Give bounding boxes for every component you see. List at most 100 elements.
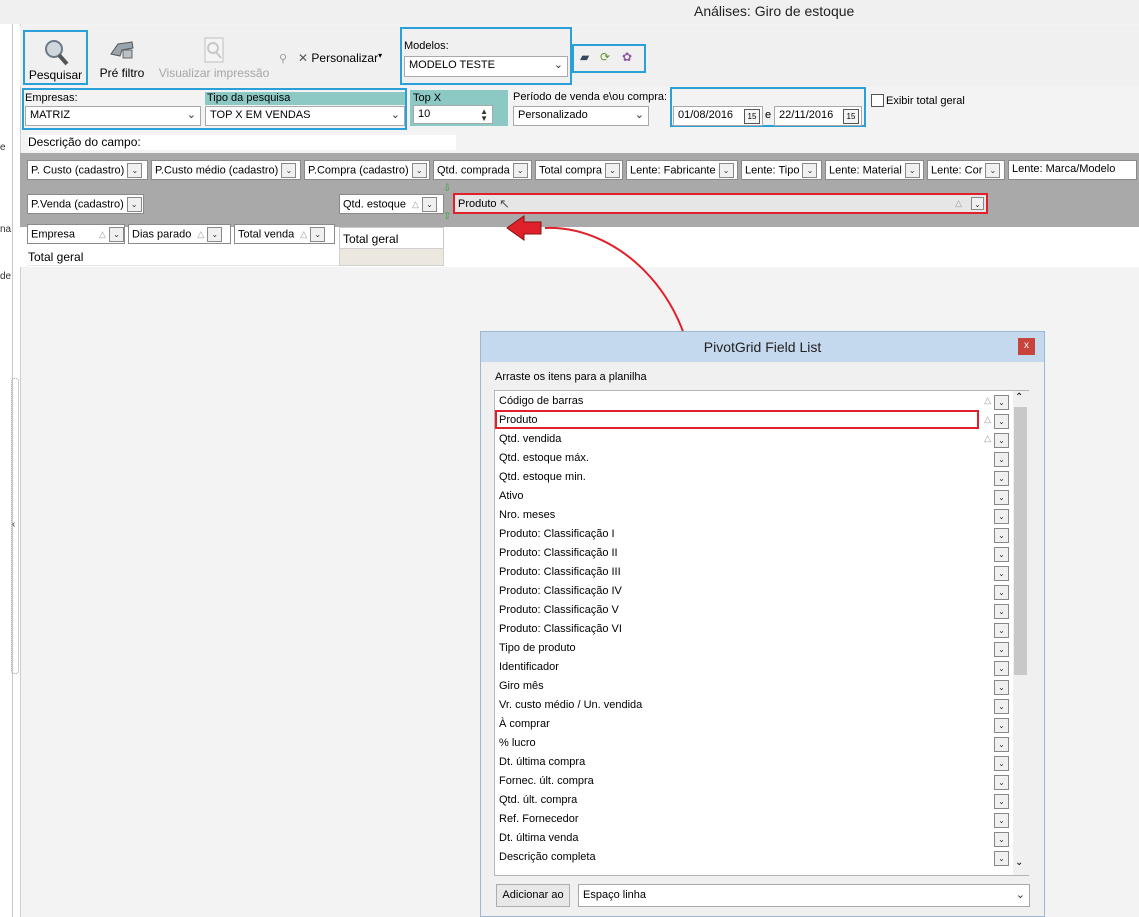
- pivot-field-lente-material[interactable]: Lente: Material ⌄: [825, 160, 924, 180]
- chevron-down-icon[interactable]: ⌄: [994, 737, 1009, 752]
- chevron-down-icon[interactable]: ⌄: [207, 227, 223, 242]
- pivot-field-qtd-comprada[interactable]: Qtd. comprada ⌄: [433, 160, 532, 180]
- personalizar-button[interactable]: ✕ Personalizar▾: [298, 51, 403, 67]
- pivot-field-p-compra[interactable]: P.Compra (cadastro) ⌄: [304, 160, 430, 180]
- pivot-field-p-custo[interactable]: P. Custo (cadastro) ⌄: [27, 160, 148, 180]
- list-item[interactable]: Identificador ⌄: [495, 658, 1015, 677]
- pre-filtro-button[interactable]: Pré filtro: [96, 30, 148, 85]
- chevron-down-icon[interactable]: ⌄: [421, 197, 437, 212]
- chevron-down-icon[interactable]: ⌄: [994, 547, 1009, 562]
- chevron-down-icon[interactable]: ⌄: [126, 197, 142, 212]
- spinner-icon[interactable]: ▲ ▼: [480, 108, 488, 123]
- pivot-row-field-empresa[interactable]: Empresa △ ⌄: [27, 224, 125, 244]
- modelos-select[interactable]: MODELO TESTE ⌄: [404, 56, 568, 77]
- chevron-down-icon[interactable]: ⌄: [994, 832, 1009, 847]
- list-item[interactable]: Vr. custo médio / Un. vendida ⌄: [495, 696, 1015, 715]
- list-item[interactable]: Giro mês ⌄: [495, 677, 1015, 696]
- scroll-down-icon[interactable]: ⌄: [1015, 857, 1023, 868]
- list-item[interactable]: Descrição completa ⌄: [495, 848, 1015, 867]
- collapse-left-icon[interactable]: ‹: [12, 519, 15, 530]
- chevron-down-icon[interactable]: ⌄: [994, 471, 1009, 486]
- chevron-down-icon[interactable]: ⌄: [994, 414, 1009, 429]
- chevron-down-icon[interactable]: ⌄: [604, 163, 620, 178]
- chevron-down-icon[interactable]: ⌄: [994, 433, 1009, 448]
- chevron-down-icon[interactable]: ⌄: [994, 794, 1009, 809]
- pin-icon[interactable]: ⚲: [279, 52, 293, 66]
- chevron-down-icon[interactable]: ⌄: [994, 699, 1009, 714]
- periodo-select[interactable]: Personalizado ⌄: [513, 106, 649, 126]
- chevron-down-icon[interactable]: ⌄: [994, 718, 1009, 733]
- list-item[interactable]: Dt. última compra ⌄: [495, 753, 1015, 772]
- chevron-down-icon[interactable]: ⌄: [994, 680, 1009, 695]
- list-item[interactable]: Produto: Classificação V ⌄: [495, 601, 1015, 620]
- chevron-down-icon[interactable]: ⌄: [310, 227, 326, 242]
- chevron-down-icon[interactable]: ⌄: [802, 163, 818, 178]
- refresh-model-icon[interactable]: ⟳: [600, 50, 614, 64]
- scroll-up-icon[interactable]: ⌃: [1015, 392, 1023, 403]
- chevron-down-icon[interactable]: ⌄: [994, 623, 1009, 638]
- calendar-icon[interactable]: 15: [744, 109, 760, 124]
- list-item[interactable]: Dt. última venda ⌄: [495, 829, 1015, 848]
- chevron-down-icon[interactable]: ⌄: [994, 585, 1009, 600]
- pivot-field-lente-tipo[interactable]: Lente: Tipo ⌄: [741, 160, 822, 180]
- list-item[interactable]: Fornec. últ. compra ⌄: [495, 772, 1015, 791]
- target-area-select[interactable]: Espaço linha ⌄: [578, 884, 1030, 907]
- chevron-down-icon[interactable]: ⌄: [994, 661, 1009, 676]
- pivot-row-field-dias-parado[interactable]: Dias parado △ ⌄: [128, 224, 231, 244]
- list-item[interactable]: Produto: Classificação IV ⌄: [495, 582, 1015, 601]
- pivot-field-qtd-estoque[interactable]: Qtd. estoque △ ⌄: [339, 194, 444, 214]
- dragging-field-produto[interactable]: Produto ↖ △ ⌄: [453, 193, 988, 214]
- pivot-field-total-compra[interactable]: Total compra ⌄: [535, 160, 623, 180]
- chevron-down-icon[interactable]: ⌄: [718, 163, 734, 178]
- chevron-down-icon[interactable]: ⌄: [994, 756, 1009, 771]
- list-item[interactable]: À comprar ⌄: [495, 715, 1015, 734]
- pivot-field-lente-marca-modelo[interactable]: Lente: Marca/Modelo: [1008, 160, 1137, 180]
- chevron-down-icon[interactable]: ⌄: [281, 163, 297, 178]
- list-item[interactable]: Produto: Classificação VI ⌄: [495, 620, 1015, 639]
- date-from-input[interactable]: 01/08/2016 15: [673, 106, 763, 126]
- list-item[interactable]: Ativo ⌄: [495, 487, 1015, 506]
- chevron-down-icon[interactable]: ⌄: [994, 775, 1009, 790]
- chevron-down-icon[interactable]: ⌄: [994, 813, 1009, 828]
- pivot-row-field-total-venda[interactable]: Total venda △ ⌄: [234, 224, 335, 244]
- list-item[interactable]: Nro. meses ⌄: [495, 506, 1015, 525]
- list-item[interactable]: Código de barras △ ⌄: [495, 392, 1015, 411]
- pesquisar-button[interactable]: Pesquisar: [23, 30, 88, 85]
- chevron-down-icon[interactable]: ⌄: [994, 395, 1009, 410]
- list-item[interactable]: % lucro ⌄: [495, 734, 1015, 753]
- chevron-down-icon[interactable]: ⌄: [127, 163, 143, 178]
- scrollbar-thumb[interactable]: [1014, 407, 1027, 675]
- delete-model-icon[interactable]: ✿: [622, 50, 636, 64]
- list-item[interactable]: Produto: Classificação III ⌄: [495, 563, 1015, 582]
- visualizar-impressao-button[interactable]: Visualizar impressão: [156, 30, 272, 85]
- chevron-down-icon[interactable]: ⌄: [994, 509, 1009, 524]
- list-item[interactable]: Qtd. estoque min. ⌄: [495, 468, 1015, 487]
- chevron-down-icon[interactable]: ⌄: [994, 604, 1009, 619]
- chevron-down-icon[interactable]: ⌄: [994, 528, 1009, 543]
- chevron-down-icon[interactable]: ⌄: [994, 851, 1009, 866]
- empresas-select[interactable]: MATRIZ ⌄: [25, 106, 201, 126]
- list-item[interactable]: Ref. Fornecedor ⌄: [495, 810, 1015, 829]
- pivot-field-lente-fabricante[interactable]: Lente: Fabricante ⌄: [626, 160, 738, 180]
- list-item[interactable]: Qtd. últ. compra ⌄: [495, 791, 1015, 810]
- list-item[interactable]: Produto: Classificação II ⌄: [495, 544, 1015, 563]
- adicionar-ao-button[interactable]: Adicionar ao: [496, 884, 570, 907]
- chevron-down-icon[interactable]: ⌄: [512, 163, 528, 178]
- pivot-field-p-venda[interactable]: P.Venda (cadastro) ⌄: [27, 194, 144, 214]
- chevron-down-icon[interactable]: ⌄: [971, 197, 984, 210]
- chevron-down-icon[interactable]: ⌄: [108, 227, 124, 242]
- tipo-pesquisa-select[interactable]: TOP X EM VENDAS ⌄: [205, 106, 405, 126]
- save-model-icon[interactable]: ▰: [580, 50, 594, 64]
- exibir-total-checkbox[interactable]: [871, 94, 884, 107]
- chevron-down-icon[interactable]: ⌄: [994, 566, 1009, 581]
- list-item[interactable]: Qtd. estoque máx. ⌄: [495, 449, 1015, 468]
- chevron-down-icon[interactable]: ⌄: [904, 163, 920, 178]
- chevron-down-icon[interactable]: ⌄: [994, 490, 1009, 505]
- chevron-down-icon[interactable]: ⌄: [985, 163, 1001, 178]
- calendar-icon[interactable]: 15: [843, 109, 859, 124]
- pivot-field-p-custo-medio[interactable]: P.Custo médio (cadastro) ⌄: [151, 160, 301, 180]
- chevron-down-icon[interactable]: ⌄: [411, 163, 427, 178]
- pivot-field-lente-cor[interactable]: Lente: Cor ⌄: [927, 160, 1005, 180]
- list-item[interactable]: Tipo de produto ⌄: [495, 639, 1015, 658]
- list-item[interactable]: Qtd. vendida △ ⌄: [495, 430, 1015, 449]
